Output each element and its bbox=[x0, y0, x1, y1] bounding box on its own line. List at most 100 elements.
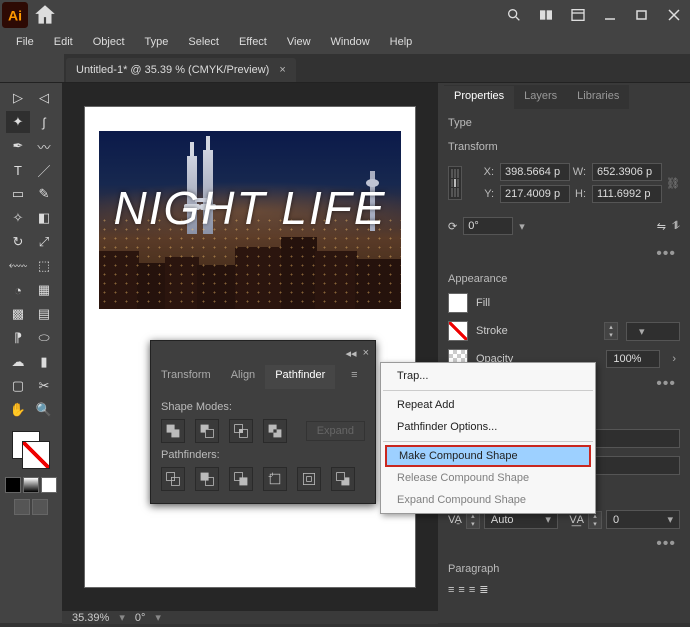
tool-slice[interactable]: ✂ bbox=[32, 375, 56, 397]
tool-free-transform[interactable]: ⬚ bbox=[32, 255, 56, 277]
menu-edit[interactable]: Edit bbox=[44, 36, 83, 48]
tool-artboard[interactable]: ▢ bbox=[6, 375, 30, 397]
chevron-right-icon[interactable]: › bbox=[668, 353, 680, 365]
tool-pen[interactable]: ✒ bbox=[6, 135, 30, 157]
tool-graph[interactable]: ▮ bbox=[32, 351, 56, 373]
intersect-icon[interactable] bbox=[229, 419, 253, 443]
menu-repeat-add[interactable]: Repeat Add bbox=[381, 394, 595, 416]
menu-object[interactable]: Object bbox=[83, 36, 135, 48]
menu-select[interactable]: Select bbox=[178, 36, 229, 48]
menu-view[interactable]: View bbox=[277, 36, 321, 48]
rotation-value[interactable]: 0° bbox=[135, 612, 146, 624]
stroke-weight-field[interactable] bbox=[626, 322, 680, 341]
tool-zoom[interactable]: 🔍 bbox=[32, 399, 56, 421]
unite-icon[interactable] bbox=[161, 419, 185, 443]
document-tab[interactable]: Untitled-1* @ 35.39 % (CMYK/Preview) × bbox=[66, 58, 296, 82]
tool-curvature[interactable]: 〰 bbox=[32, 135, 56, 157]
tab-transform[interactable]: Transform bbox=[151, 365, 221, 389]
align-left-icon[interactable]: ≡ bbox=[448, 584, 454, 596]
opacity-field[interactable]: 100% bbox=[606, 350, 660, 368]
tool-shaper[interactable]: ✧ bbox=[6, 207, 30, 229]
arrange-icon[interactable] bbox=[534, 3, 558, 27]
menu-pathfinder-options[interactable]: Pathfinder Options... bbox=[381, 416, 595, 438]
home-icon[interactable] bbox=[32, 2, 58, 28]
section-more-icon[interactable]: ••• bbox=[444, 533, 684, 555]
tool-hand[interactable]: ✋ bbox=[6, 399, 30, 421]
tool-type[interactable]: T bbox=[6, 159, 30, 181]
panel-menu-icon[interactable]: ≡ bbox=[335, 365, 373, 389]
tool-width[interactable]: ⬳ bbox=[6, 255, 30, 277]
menu-file[interactable]: File bbox=[6, 36, 44, 48]
tool-scale[interactable]: ⤢ bbox=[32, 231, 56, 253]
tool-symbol[interactable]: ☁ bbox=[6, 351, 30, 373]
fill-stroke-swatch[interactable] bbox=[10, 429, 52, 471]
tool-direct-select[interactable]: ◁ bbox=[32, 87, 56, 109]
flip-v-icon[interactable]: ⥮ bbox=[672, 220, 680, 233]
tool-brush[interactable]: ✎ bbox=[32, 183, 56, 205]
tool-wand[interactable]: ✦ bbox=[6, 111, 30, 133]
exclude-icon[interactable] bbox=[263, 419, 287, 443]
h-field[interactable] bbox=[592, 185, 662, 203]
outline-icon[interactable] bbox=[297, 467, 321, 491]
minimize-icon[interactable] bbox=[598, 3, 622, 27]
chevron-down-icon[interactable]: ▾ bbox=[119, 611, 125, 624]
trim-icon[interactable] bbox=[195, 467, 219, 491]
crop-icon[interactable] bbox=[263, 467, 287, 491]
y-field[interactable] bbox=[500, 185, 570, 203]
reference-point[interactable] bbox=[448, 166, 462, 200]
workspace-icon[interactable] bbox=[566, 3, 590, 27]
rotate-field[interactable] bbox=[463, 217, 513, 235]
tool-lasso[interactable]: ʃ bbox=[32, 111, 56, 133]
tool-rotate[interactable]: ↻ bbox=[6, 231, 30, 253]
screen-mode[interactable] bbox=[32, 499, 48, 515]
stroke-stepper[interactable]: ▴▾ bbox=[604, 322, 618, 340]
mode-color[interactable] bbox=[5, 477, 21, 493]
tool-perspective[interactable]: ▦ bbox=[32, 279, 56, 301]
align-center-icon[interactable]: ≡ bbox=[458, 584, 464, 596]
section-more-icon[interactable]: ••• bbox=[444, 243, 684, 265]
tab-layers[interactable]: Layers bbox=[514, 85, 567, 109]
artwork-text[interactable]: NIGHT LIFE bbox=[99, 181, 401, 235]
menu-effect[interactable]: Effect bbox=[229, 36, 277, 48]
minus-front-icon[interactable] bbox=[195, 419, 219, 443]
zoom-level[interactable]: 35.39% bbox=[72, 612, 109, 624]
draw-mode[interactable] bbox=[14, 499, 30, 515]
tool-line[interactable]: ／ bbox=[32, 159, 56, 181]
minus-back-icon[interactable] bbox=[331, 467, 355, 491]
tab-align[interactable]: Align bbox=[221, 365, 265, 389]
panel-close-icon[interactable]: × bbox=[363, 347, 369, 359]
close-icon[interactable] bbox=[662, 3, 686, 27]
tab-libraries[interactable]: Libraries bbox=[567, 85, 629, 109]
search-icon[interactable] bbox=[502, 3, 526, 27]
tool-blend[interactable]: ⬭ bbox=[32, 327, 56, 349]
stroke-swatch-panel[interactable] bbox=[448, 321, 468, 341]
tab-close-icon[interactable]: × bbox=[279, 64, 285, 76]
mode-none[interactable] bbox=[41, 477, 57, 493]
merge-icon[interactable] bbox=[229, 467, 253, 491]
maximize-icon[interactable] bbox=[630, 3, 654, 27]
chevron-down-icon[interactable]: ▾ bbox=[519, 220, 525, 233]
menu-make-compound-shape[interactable]: Make Compound Shape bbox=[385, 445, 591, 467]
tool-shape-builder[interactable]: ◔ bbox=[6, 279, 30, 301]
link-wh-icon[interactable]: ⛓ bbox=[666, 177, 680, 190]
menu-type[interactable]: Type bbox=[135, 36, 179, 48]
collapse-icon[interactable]: ◂◂ bbox=[346, 347, 357, 360]
tab-properties[interactable]: Properties bbox=[444, 85, 514, 109]
fill-swatch-panel[interactable] bbox=[448, 293, 468, 313]
x-field[interactable] bbox=[500, 163, 570, 181]
justify-icon[interactable]: ≣ bbox=[479, 583, 488, 596]
menu-trap[interactable]: Trap... bbox=[381, 365, 595, 387]
menu-help[interactable]: Help bbox=[380, 36, 423, 48]
tool-rectangle[interactable]: ▭ bbox=[6, 183, 30, 205]
tool-eraser[interactable]: ◧ bbox=[32, 207, 56, 229]
flip-h-icon[interactable]: ⇋ bbox=[657, 220, 666, 233]
divide-icon[interactable] bbox=[161, 467, 185, 491]
chevron-down-icon[interactable]: ▾ bbox=[155, 611, 161, 624]
stroke-swatch[interactable] bbox=[22, 441, 50, 469]
tab-pathfinder[interactable]: Pathfinder bbox=[265, 365, 335, 389]
tool-selection[interactable]: ▷ bbox=[6, 87, 30, 109]
tool-gradient[interactable]: ▤ bbox=[32, 303, 56, 325]
tool-mesh[interactable]: ▩ bbox=[6, 303, 30, 325]
tracking-field[interactable]: 0 bbox=[606, 510, 680, 529]
placed-image[interactable]: NIGHT LIFE bbox=[99, 131, 401, 309]
